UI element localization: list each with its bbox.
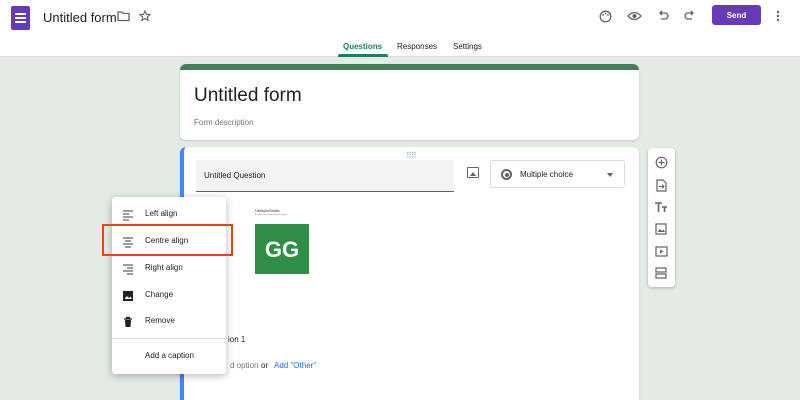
menu-item-label: Add a caption (145, 351, 194, 360)
menu-item-label: Right align (145, 263, 183, 272)
add-image-icon[interactable] (467, 167, 479, 178)
add-option-link[interactable]: d option (230, 361, 258, 370)
palette-icon[interactable] (599, 10, 612, 26)
star-icon[interactable] (138, 9, 152, 25)
question-type-label: Multiple choice (520, 170, 573, 179)
gfg-logo: GG (255, 224, 309, 274)
add-image-icon[interactable] (654, 222, 668, 236)
image-icon (122, 289, 134, 301)
image-subtitle-text: A computer science portal for geeks (255, 214, 287, 216)
option-label[interactable]: ion 1 (228, 335, 245, 344)
eye-icon[interactable] (627, 10, 642, 25)
question-type-select[interactable]: Multiple choice (490, 160, 625, 188)
or-text: or (261, 361, 269, 370)
trash-icon (122, 315, 134, 327)
question-image[interactable]: GeeksforGeeks A computer science portal … (251, 200, 367, 301)
menu-divider (112, 338, 226, 339)
menu-item-add-caption[interactable]: Add a caption (112, 343, 226, 369)
add-video-icon[interactable] (654, 244, 668, 258)
form-title-field[interactable]: Untitled form (194, 85, 302, 107)
menu-item-label: Remove (145, 316, 175, 325)
send-button[interactable]: Send (712, 5, 761, 25)
drag-handle-icon[interactable]: ⠿⠿ (406, 151, 417, 160)
import-questions-icon[interactable] (654, 178, 668, 192)
question-title-input[interactable]: Untitled Question (196, 160, 454, 192)
highlight-annotation (102, 224, 233, 256)
tab-questions[interactable]: Questions (343, 42, 382, 51)
add-section-icon[interactable] (654, 266, 668, 280)
menu-item-change[interactable]: Change (112, 282, 226, 308)
menu-item-label: Left align (145, 209, 178, 218)
format-align-left-icon (122, 208, 134, 221)
menu-item-right-align[interactable]: Right align (112, 255, 226, 281)
add-question-icon[interactable] (654, 155, 668, 169)
form-title-card: Untitled form Form description (180, 64, 639, 140)
add-other-link[interactable]: Add "Other" (274, 361, 316, 370)
tab-responses[interactable]: Responses (397, 42, 437, 51)
add-title-icon[interactable] (654, 200, 668, 214)
folder-icon[interactable] (117, 10, 130, 25)
gfg-logo-text: GG (265, 237, 299, 262)
format-align-right-icon (122, 262, 134, 275)
menu-item-remove[interactable]: Remove (112, 308, 226, 334)
forms-app-icon[interactable] (11, 6, 30, 30)
undo-icon[interactable] (657, 10, 669, 25)
image-caption-text: GeeksforGeeks (255, 208, 280, 213)
side-toolbar (648, 148, 675, 287)
redo-icon[interactable] (684, 10, 696, 25)
tab-settings[interactable]: Settings (453, 42, 482, 51)
active-tab-indicator (338, 54, 388, 57)
app-header: Untitled form Send Questions Responses S… (0, 0, 800, 57)
menu-item-label: Change (145, 290, 174, 299)
form-description-field[interactable]: Form description (194, 118, 254, 127)
more-vert-icon[interactable] (776, 10, 780, 25)
radio-button-icon (501, 169, 512, 180)
question-card[interactable]: ⠿⠿ Untitled Question Multiple choice Gee… (180, 147, 639, 400)
document-title[interactable]: Untitled form (43, 10, 117, 25)
chevron-down-icon (607, 173, 613, 177)
